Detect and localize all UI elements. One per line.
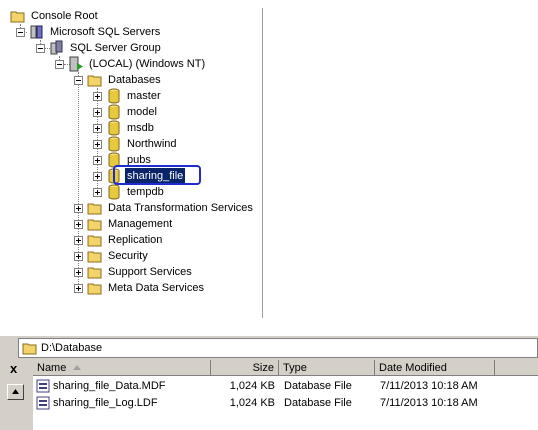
- folder-icon: [87, 251, 102, 263]
- expand-toggle[interactable]: [93, 188, 102, 197]
- collapse-toggle[interactable]: [16, 28, 25, 37]
- folder-icon: [87, 283, 102, 295]
- collapse-toggle[interactable]: [55, 60, 64, 69]
- file-list: Name Size Type Date Modified sharing_fil…: [33, 360, 538, 430]
- collapse-toggle[interactable]: [74, 76, 83, 85]
- scroll-up-button[interactable]: [7, 384, 24, 400]
- expand-toggle[interactable]: [93, 172, 102, 181]
- expand-toggle[interactable]: [74, 220, 83, 229]
- database-icon: [108, 184, 120, 200]
- close-icon[interactable]: x: [10, 362, 17, 376]
- selection-highlight: [113, 165, 201, 185]
- folder-icon: [87, 219, 102, 231]
- column-header-date-modified[interactable]: Date Modified: [375, 360, 495, 376]
- server-running-icon: [69, 56, 83, 72]
- folder-icon: [22, 343, 37, 355]
- table-row[interactable]: sharing_file_Log.LDF 1,024 KB Database F…: [33, 395, 538, 411]
- address-bar-edge: [0, 338, 18, 358]
- database-icon: [108, 88, 120, 104]
- folder-icon: [87, 267, 102, 279]
- folder-icon: [87, 203, 102, 215]
- expand-toggle[interactable]: [74, 236, 83, 245]
- database-icon: [108, 120, 120, 136]
- explorer-side-pane: x: [0, 360, 33, 430]
- expand-toggle[interactable]: [93, 156, 102, 165]
- address-text: D:\Database: [41, 342, 103, 354]
- expand-toggle[interactable]: [93, 92, 102, 101]
- database-icon: [108, 104, 120, 120]
- server-group-icon: [30, 25, 43, 39]
- database-file-icon: [36, 379, 50, 393]
- folder-icon: [87, 235, 102, 247]
- arrow-up-icon: [12, 389, 19, 394]
- sort-ascending-icon: [73, 365, 81, 370]
- collapse-toggle[interactable]: [36, 44, 45, 53]
- database-icon: [108, 136, 120, 152]
- expand-toggle[interactable]: [74, 204, 83, 213]
- column-header-size[interactable]: Size: [211, 360, 279, 376]
- table-row[interactable]: sharing_file_Data.MDF 1,024 KB Database …: [33, 378, 538, 394]
- pane-splitter[interactable]: [262, 8, 264, 318]
- server-group-icon: [50, 40, 63, 55]
- expand-toggle[interactable]: [74, 284, 83, 293]
- expand-toggle[interactable]: [93, 108, 102, 117]
- column-header-filler: [495, 360, 538, 376]
- expand-toggle[interactable]: [93, 140, 102, 149]
- address-bar[interactable]: D:\Database: [18, 338, 538, 358]
- column-header-name[interactable]: Name: [33, 360, 211, 376]
- expand-toggle[interactable]: [74, 268, 83, 277]
- console-tree: Console Root Microsoft SQL Servers SQL S…: [0, 0, 262, 322]
- folder-open-icon: [87, 75, 102, 87]
- database-file-icon: [36, 396, 50, 410]
- expand-toggle[interactable]: [74, 252, 83, 261]
- folder-icon: [10, 11, 25, 23]
- column-header-type[interactable]: Type: [279, 360, 375, 376]
- expand-toggle[interactable]: [93, 124, 102, 133]
